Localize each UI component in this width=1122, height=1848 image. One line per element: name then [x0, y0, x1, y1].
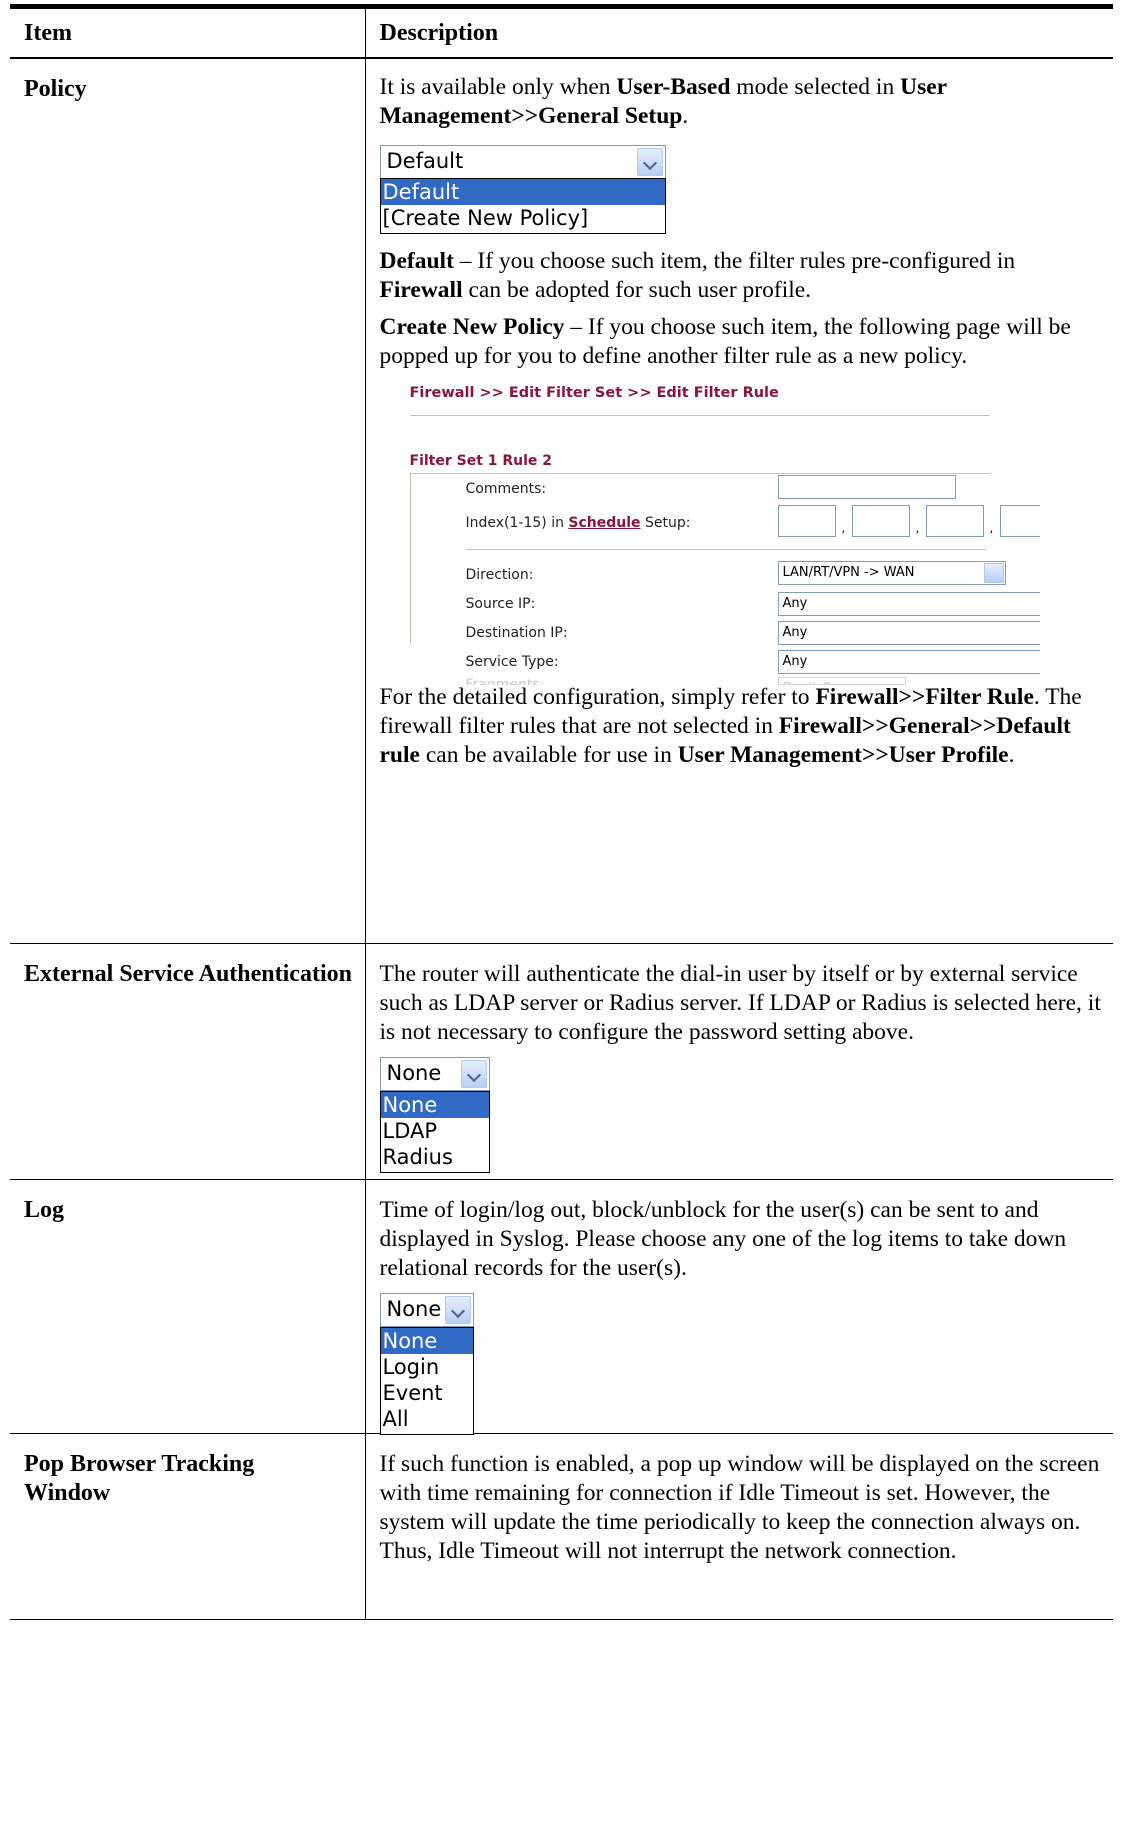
policy-default-desc: Default – If you choose such item, the f…	[379, 248, 1016, 303]
table-row-policy: Policy It is available only when User-Ba…	[10, 58, 1114, 944]
option-login[interactable]: Login	[381, 1354, 473, 1380]
chevron-down-icon[interactable]	[444, 1295, 471, 1324]
header-description: Description	[364, 4, 1113, 59]
separator: ,	[915, 521, 920, 535]
external-auth-desc: The router will authenticate the dial-in…	[379, 960, 1101, 1045]
external-auth-options-list: None LDAP Radius	[379, 1090, 490, 1173]
policy-dropdown-screenshot: Default Default [Create New Policy]	[379, 131, 1114, 247]
policy-option-default[interactable]: Default	[380, 179, 665, 205]
index-label: Index(1-15) in Schedule Setup:	[465, 515, 691, 531]
firewall-edit-rule-screenshot: Firewall >> Edit Filter Set >> Edit Filt…	[380, 371, 1114, 685]
service-type-field[interactable]: Any	[777, 650, 1040, 674]
description-table: Item Description Policy It is available …	[10, 4, 1113, 1620]
table-row-external-auth: External Service Authentication The rout…	[10, 943, 1114, 1180]
fragments-label: Fragments:	[465, 677, 545, 685]
separator: ,	[841, 521, 846, 535]
comments-input[interactable]	[777, 475, 956, 499]
policy-option-create-new[interactable]: [Create New Policy]	[381, 205, 665, 231]
option-ldap[interactable]: LDAP	[381, 1118, 489, 1144]
item-pop-browser-tracking-window: Pop Browser Tracking Window	[24, 1450, 255, 1506]
policy-select-value: Default	[386, 149, 464, 173]
destination-ip-label: Destination IP:	[465, 625, 568, 641]
policy-select[interactable]: Default	[379, 145, 666, 179]
item-external-service-authentication: External Service Authentication	[24, 960, 352, 987]
filter-set-title: Filter Set 1 Rule 2	[409, 453, 553, 469]
table-row-pop-browser: Pop Browser Tracking Window If such func…	[10, 1433, 1113, 1620]
source-ip-label: Source IP:	[465, 596, 536, 612]
direction-value: LAN/RT/VPN -> WAN	[782, 565, 915, 580]
policy-create-desc: Create New Policy – If you choose such i…	[379, 314, 1071, 369]
divider	[465, 549, 986, 550]
option-event[interactable]: Event	[381, 1380, 473, 1406]
log-options-list: None Login Event All	[379, 1326, 474, 1435]
policy-intro: It is available only when User-Based mod…	[379, 74, 947, 129]
separator: ,	[989, 521, 994, 535]
external-auth-select-value: None	[386, 1060, 442, 1085]
external-auth-dropdown-screenshot: None None LDAP Radius	[379, 1047, 1114, 1177]
schedule-index-2[interactable]	[851, 505, 910, 537]
option-none[interactable]: None	[380, 1327, 473, 1354]
source-ip-field[interactable]: Any	[777, 592, 1040, 616]
chevron-down-icon[interactable]	[460, 1059, 487, 1088]
external-auth-select[interactable]: None	[379, 1056, 490, 1091]
direction-select[interactable]: LAN/RT/VPN -> WAN	[777, 561, 1006, 585]
table-header-row: Item Description	[10, 4, 1113, 59]
option-all[interactable]: All	[381, 1406, 473, 1432]
log-select[interactable]: None	[379, 1292, 474, 1327]
option-radius[interactable]: Radius	[381, 1144, 489, 1170]
pop-browser-desc: If such function is enabled, a pop up wi…	[379, 1450, 1100, 1564]
schedule-index-1[interactable]	[777, 505, 836, 537]
comments-label: Comments:	[465, 481, 547, 497]
chevron-down-icon[interactable]	[636, 148, 663, 176]
fragments-select[interactable]: Don't Care	[777, 677, 906, 685]
header-item: Item	[10, 4, 366, 59]
divider	[409, 415, 990, 416]
service-type-label: Service Type:	[465, 654, 559, 670]
schedule-index-3[interactable]	[925, 505, 984, 537]
chevron-down-icon[interactable]	[983, 563, 1004, 583]
policy-reference: For the detailed configuration, simply r…	[379, 684, 1082, 768]
direction-label: Direction:	[465, 567, 534, 583]
policy-options-list: Default [Create New Policy]	[379, 178, 666, 234]
option-none[interactable]: None	[380, 1091, 489, 1118]
log-select-value: None	[386, 1296, 442, 1321]
schedule-index-4[interactable]	[999, 505, 1040, 537]
destination-ip-field[interactable]: Any	[777, 621, 1040, 645]
log-dropdown-screenshot: None None Login Event All	[379, 1283, 1114, 1435]
log-desc: Time of login/log out, block/unblock for…	[379, 1196, 1067, 1281]
item-log: Log	[24, 1196, 65, 1223]
schedule-link[interactable]: Schedule	[568, 515, 640, 531]
item-policy: Policy	[24, 76, 87, 102]
firewall-breadcrumb: Firewall >> Edit Filter Set >> Edit Filt…	[409, 385, 779, 401]
table-row-log: Log Time of login/log out, block/unblock…	[10, 1179, 1114, 1435]
